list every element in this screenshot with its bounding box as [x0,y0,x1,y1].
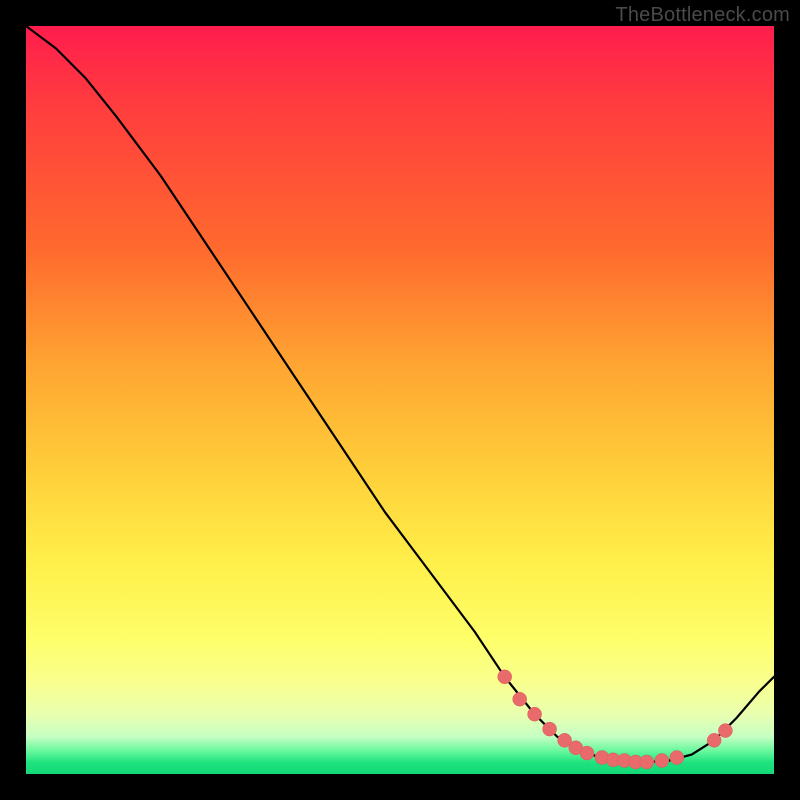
data-point [707,733,721,747]
data-point [595,751,609,765]
data-point [528,707,542,721]
data-point [617,754,631,768]
data-point [670,751,684,765]
data-points [498,670,733,769]
bottleneck-curve [26,26,774,762]
data-point [498,670,512,684]
data-point [655,754,669,768]
data-point [606,753,620,767]
chart-plot-area [26,26,774,774]
chart-svg [26,26,774,774]
data-point [543,722,557,736]
chart-frame: TheBottleneck.com [0,0,800,800]
data-point [718,724,732,738]
data-point [580,746,594,760]
data-point [640,755,654,769]
watermark-text: TheBottleneck.com [615,4,790,27]
data-point [558,733,572,747]
data-point [513,692,527,706]
data-point [629,755,643,769]
data-point [569,741,583,755]
